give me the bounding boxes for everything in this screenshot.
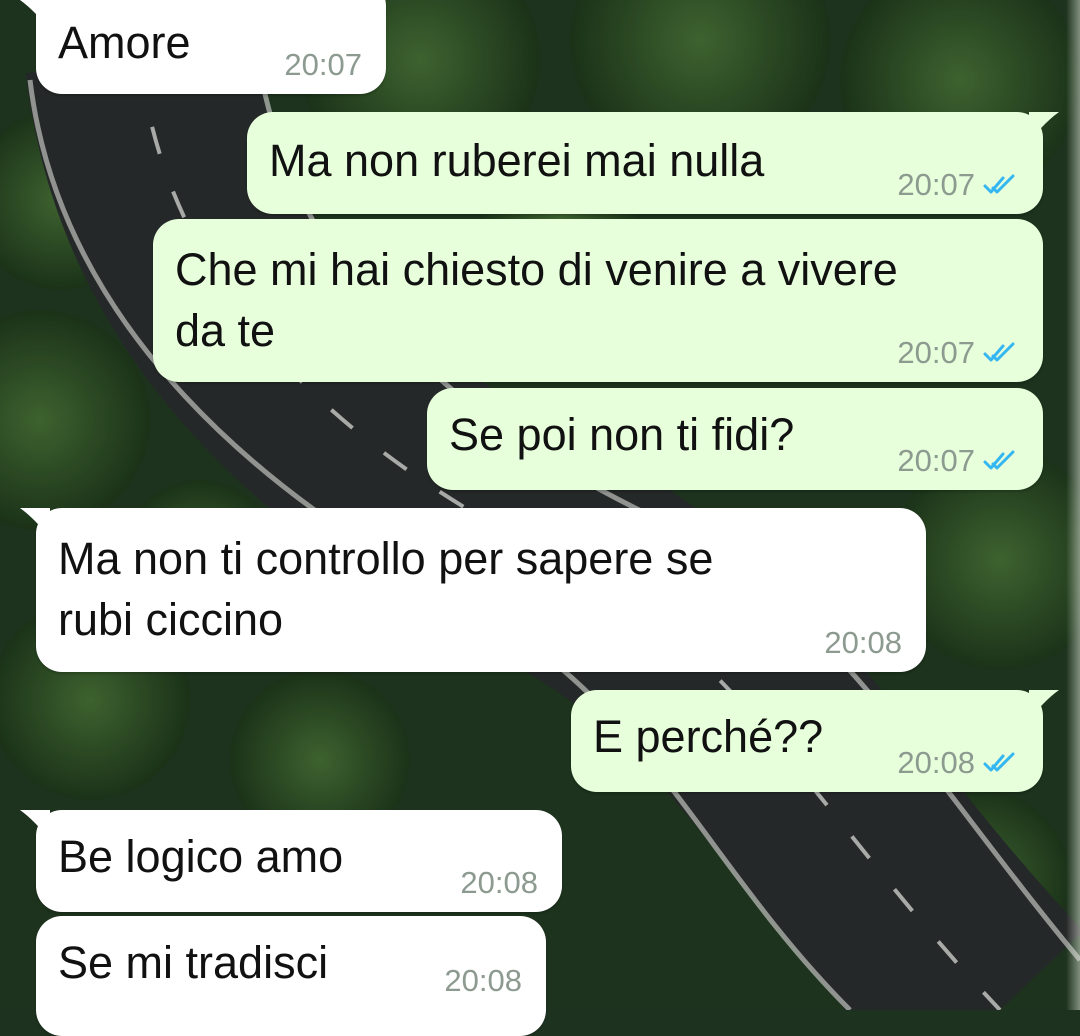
message-text: Se mi tradisci [58,937,329,988]
message-text: Che mi hai chiesto di venire a vivere da… [175,244,898,356]
message-meta: 20:08 [897,747,1021,778]
read-ticks-icon [983,450,1015,469]
message-time: 20:08 [897,745,975,780]
outgoing-message[interactable]: Se poi non ti fidi? 20:07 [427,388,1043,490]
message-time: 20:08 [460,865,538,900]
incoming-message[interactable]: Be logico amo 20:08 [20,810,562,912]
bubble-tail [20,0,50,30]
message-time: 20:07 [897,167,975,202]
bubble-tail [1029,690,1059,720]
message-text: Amore [58,17,191,68]
message-time: 20:08 [444,963,522,998]
message-text: Be logico amo [58,831,344,882]
read-ticks-icon [983,342,1015,361]
message-text: Se poi non ti fidi? [449,409,795,460]
incoming-message[interactable]: Se mi tradisci 20:08 [36,916,546,1036]
message-meta: 20:07 [284,49,362,80]
message-meta: 20:07 [897,169,1021,200]
read-ticks-icon [983,174,1015,193]
message-meta: 20:07 [897,445,1021,476]
message-time: 20:07 [897,335,975,370]
message-meta: 20:08 [824,627,902,658]
message-meta: 20:08 [444,965,522,996]
message-text: E perché?? [593,711,824,762]
message-meta: 20:07 [897,337,1021,368]
outgoing-message[interactable]: Che mi hai chiesto di venire a vivere da… [153,219,1043,382]
message-list[interactable]: Amore 20:07 Ma non ruberei mai nulla 20:… [0,0,1080,1036]
scroll-edge [1066,0,1080,1010]
outgoing-message[interactable]: Ma non ruberei mai nulla 20:07 [247,112,1059,214]
incoming-message[interactable]: Ma non ti controllo per sapere se rubi c… [20,508,926,672]
incoming-message[interactable]: Amore 20:07 [20,0,386,94]
message-time: 20:07 [897,443,975,478]
message-time: 20:07 [284,47,362,82]
bubble-tail [1029,112,1059,142]
read-ticks-icon [983,752,1015,771]
bubble-tail [20,508,50,538]
message-time: 20:08 [824,625,902,660]
outgoing-message[interactable]: E perché?? 20:08 [571,690,1059,792]
message-meta: 20:08 [460,867,538,898]
message-text: Ma non ti controllo per sapere se rubi c… [58,533,714,645]
message-text: Ma non ruberei mai nulla [269,135,765,186]
bubble-tail [20,810,50,840]
